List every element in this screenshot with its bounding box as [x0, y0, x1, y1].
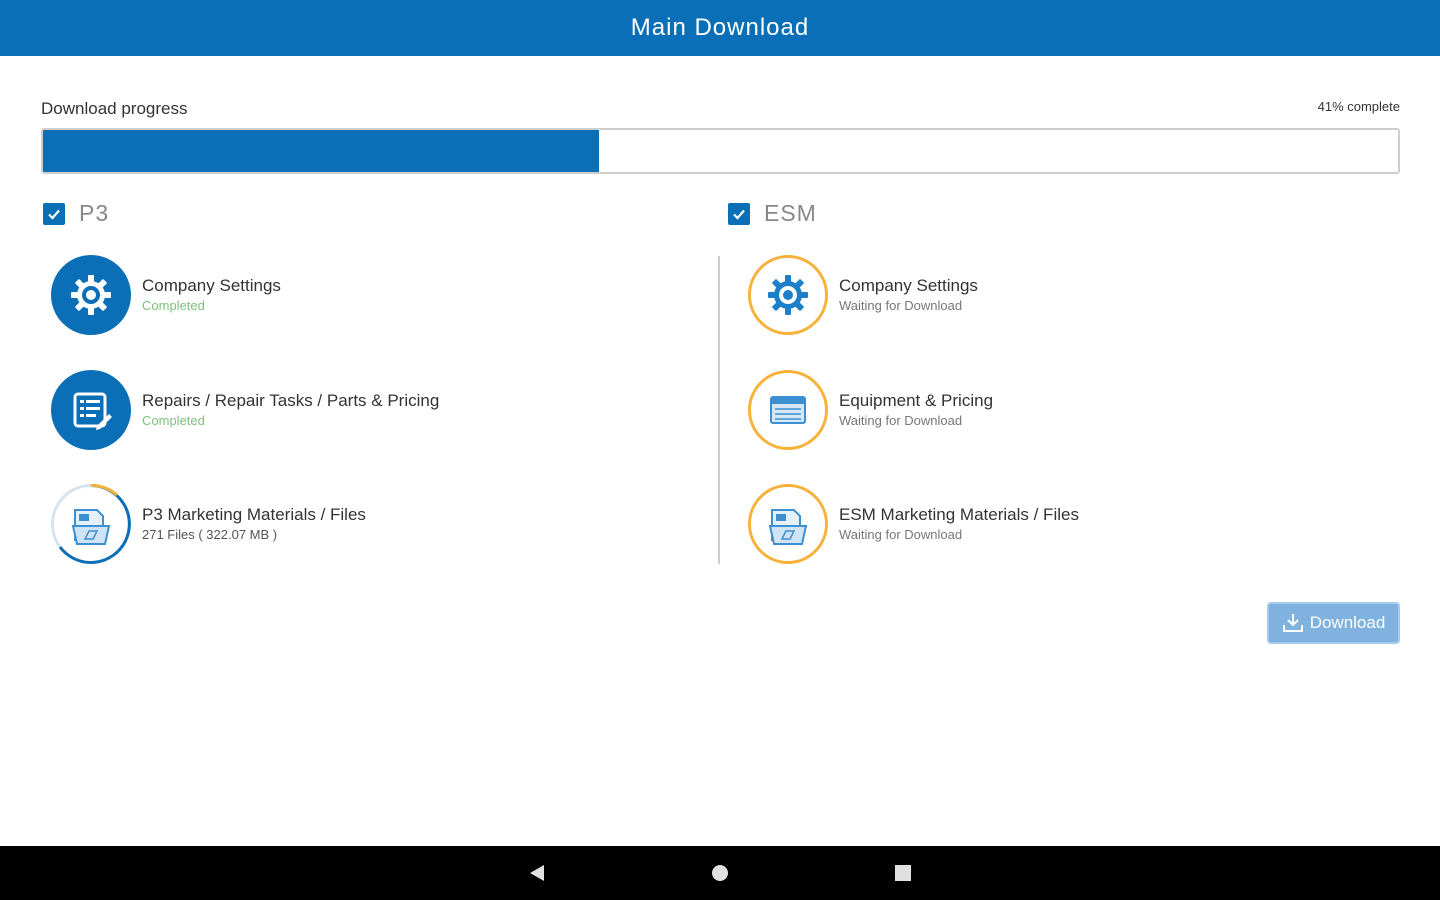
- files-folder-icon: [748, 484, 828, 564]
- list-item-esm-equipment[interactable]: Equipment & Pricing Waiting for Download: [748, 370, 993, 450]
- list-item-p3-repairs[interactable]: Repairs / Repair Tasks / Parts & Pricing…: [51, 370, 439, 450]
- item-title: Repairs / Repair Tasks / Parts & Pricing: [142, 391, 440, 410]
- progress-percent: 41% complete: [1317, 99, 1400, 114]
- item-title: P3 Marketing Materials / Files: [142, 505, 366, 524]
- download-icon: [1282, 614, 1303, 632]
- section-header-esm: ESM: [728, 200, 817, 227]
- list-item-esm-company-settings[interactable]: Company Settings Waiting for Download: [748, 255, 978, 335]
- item-status: Completed: [142, 413, 205, 428]
- check-icon: [733, 209, 745, 220]
- progress-bar: [41, 128, 1400, 174]
- item-status: Completed: [142, 298, 205, 313]
- item-title: Company Settings: [839, 276, 978, 295]
- page-title: Main Download: [630, 14, 810, 41]
- item-status: Waiting for Download: [839, 527, 963, 542]
- item-title: Equipment & Pricing: [839, 391, 994, 410]
- gear-icon: [51, 255, 131, 335]
- list-item-p3-marketing[interactable]: P3 Marketing Materials / Files 271 Files…: [51, 484, 366, 564]
- column-divider: [718, 256, 720, 564]
- item-status: Waiting for Download: [839, 298, 963, 313]
- recents-icon[interactable]: [894, 864, 912, 887]
- item-title: ESM Marketing Materials / Files: [839, 505, 1079, 524]
- equipment-icon: [748, 370, 828, 450]
- section-header-p3: P3: [43, 200, 109, 227]
- item-status: 271 Files ( 322.07 MB ): [142, 527, 278, 542]
- list-item-esm-marketing[interactable]: ESM Marketing Materials / Files Waiting …: [748, 484, 1079, 564]
- back-icon[interactable]: [528, 864, 546, 887]
- gear-icon: [748, 255, 828, 335]
- app-bar: Main Download: [0, 0, 1440, 56]
- p3-checkbox[interactable]: [43, 202, 65, 225]
- document-edit-icon: [51, 370, 131, 450]
- esm-checkbox[interactable]: [728, 202, 750, 225]
- download-button[interactable]: Download: [1267, 602, 1400, 644]
- home-icon[interactable]: [711, 864, 729, 887]
- progress-label: Download progress: [41, 99, 188, 118]
- system-nav-bar: [0, 846, 1440, 900]
- progress-fill: [43, 130, 599, 172]
- section-title-esm: ESM: [764, 200, 817, 226]
- list-item-p3-company-settings[interactable]: Company Settings Completed: [51, 255, 281, 335]
- item-status: Waiting for Download: [839, 413, 963, 428]
- item-title: Company Settings: [142, 276, 281, 295]
- download-button-label: Download: [1309, 613, 1386, 632]
- files-folder-icon: [51, 484, 131, 564]
- section-title-p3: P3: [79, 200, 110, 226]
- check-icon: [48, 209, 60, 220]
